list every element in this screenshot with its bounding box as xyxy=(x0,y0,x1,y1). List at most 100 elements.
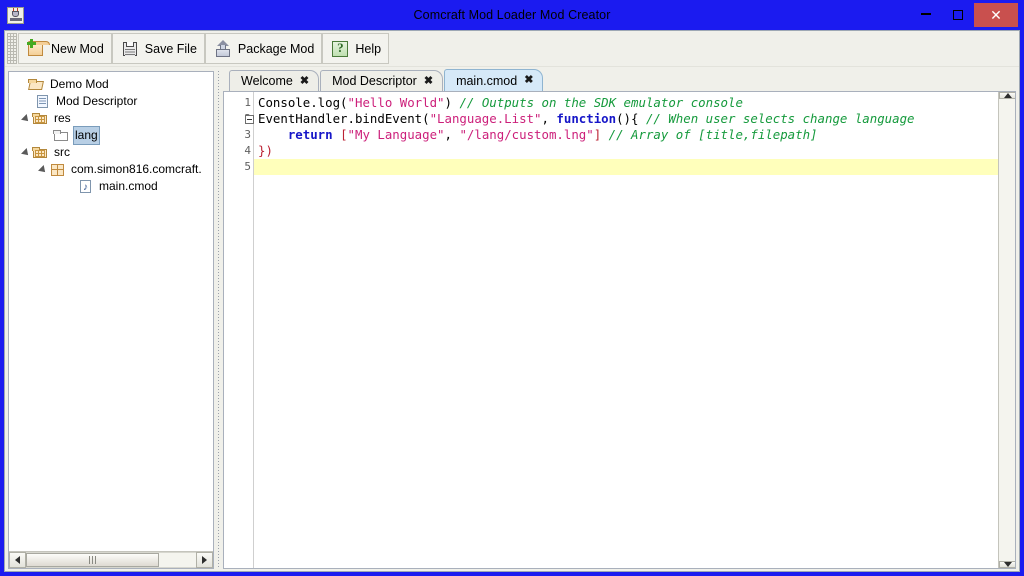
tree-node-package[interactable]: com.simon816.comcraft. xyxy=(9,161,213,178)
code-token: "/lang/custom.lng" xyxy=(459,127,593,142)
expand-triangle-icon[interactable] xyxy=(19,115,32,123)
maximize-button[interactable] xyxy=(942,0,974,30)
package-icon xyxy=(49,162,66,177)
code-token: }) xyxy=(258,143,273,158)
code-token: // Array of [title,filepath] xyxy=(601,127,817,142)
package-mod-label: Package Mod xyxy=(238,42,314,56)
question-mark-icon: ? xyxy=(330,39,350,59)
line-number: 1 xyxy=(224,95,253,111)
code-token: "My Language" xyxy=(348,127,445,142)
code-token: , xyxy=(445,127,460,142)
line-number: 5 xyxy=(224,159,253,175)
line-number: 2 xyxy=(224,111,253,127)
code-token: EventHandler.bindEvent( xyxy=(258,111,430,126)
tree-scroll-area[interactable]: Demo Mod Mod Descriptor res xyxy=(9,72,213,551)
code-token: return xyxy=(288,127,333,142)
code-line: return ["My Language", "/lang/custom.lng… xyxy=(254,127,998,143)
help-label: Help xyxy=(355,42,381,56)
down-arrow-icon[interactable] xyxy=(999,561,1016,568)
split-divider[interactable] xyxy=(214,71,223,569)
package-upload-icon xyxy=(213,39,233,59)
tab-label: main.cmod xyxy=(456,74,517,88)
tree-node-lang[interactable]: lang xyxy=(9,127,213,144)
fold-collapse-icon[interactable] xyxy=(245,115,254,124)
expand-triangle-icon[interactable] xyxy=(36,166,49,174)
code-token: // When user selects change language xyxy=(638,111,914,126)
close-icon: ✕ xyxy=(990,8,1002,22)
title-bar[interactable]: Comcraft Mod Loader Mod Creator ✕ xyxy=(0,0,1024,30)
source-folder-icon xyxy=(32,145,49,160)
close-icon[interactable]: ✖ xyxy=(524,75,533,86)
code-line xyxy=(254,159,998,175)
code-line: Console.log("Hello World") // Outputs on… xyxy=(254,95,998,111)
close-icon[interactable]: ✖ xyxy=(424,76,433,87)
line-number: 4 xyxy=(224,143,253,159)
tab-main-cmod[interactable]: main.cmod ✖ xyxy=(444,69,543,91)
code-token: (){ xyxy=(616,111,638,126)
code-line: EventHandler.bindEvent("Language.List", … xyxy=(254,111,998,127)
tree-node-res[interactable]: res xyxy=(9,110,213,127)
scrollbar-track[interactable] xyxy=(999,99,1015,561)
tab-welcome[interactable]: Welcome ✖ xyxy=(229,70,319,91)
package-mod-button[interactable]: Package Mod xyxy=(205,33,322,64)
tree-node-main-cmod[interactable]: ♪ main.cmod xyxy=(9,178,213,195)
save-file-label: Save File xyxy=(145,42,197,56)
code-token: function xyxy=(556,111,616,126)
code-token: [ xyxy=(333,127,348,142)
code-token: ) xyxy=(445,95,452,110)
tree-node-src[interactable]: src xyxy=(9,144,213,161)
code-line: }) xyxy=(254,143,998,159)
cmod-file-icon: ♪ xyxy=(77,179,94,194)
tree-node-demo-mod[interactable]: Demo Mod xyxy=(9,76,213,93)
code-area[interactable]: Console.log("Hello World") // Outputs on… xyxy=(254,92,998,568)
document-icon xyxy=(34,94,51,109)
tree-node-label: Demo Mod xyxy=(48,76,111,93)
code-token: "Language.List" xyxy=(430,111,542,126)
tab-mod-descriptor[interactable]: Mod Descriptor ✖ xyxy=(320,70,443,91)
open-folder-icon xyxy=(28,77,45,92)
new-mod-button[interactable]: New Mod xyxy=(18,33,112,64)
toolbar-drag-handle[interactable] xyxy=(7,33,17,64)
tree-node-label: Mod Descriptor xyxy=(54,93,139,110)
project-tree-panel: Demo Mod Mod Descriptor res xyxy=(8,71,214,569)
tree-node-label: src xyxy=(52,144,72,161)
editor-body[interactable]: 12345 Console.log("Hello World") // Outp… xyxy=(224,92,998,568)
project-tree: Demo Mod Mod Descriptor res xyxy=(9,72,213,195)
editor-panel: Welcome ✖ Mod Descriptor ✖ main.cmod ✖ 1… xyxy=(223,69,1016,569)
editor-tab-bar: Welcome ✖ Mod Descriptor ✖ main.cmod ✖ xyxy=(223,69,1016,91)
right-arrow-icon[interactable] xyxy=(196,552,213,568)
tab-label: Welcome xyxy=(241,74,293,88)
new-folder-icon xyxy=(26,39,46,59)
tab-label: Mod Descriptor xyxy=(332,74,417,88)
code-token xyxy=(258,127,288,142)
tree-horizontal-scrollbar[interactable] xyxy=(9,551,213,568)
tree-node-mod-descriptor[interactable]: Mod Descriptor xyxy=(9,93,213,110)
line-number: 3 xyxy=(224,127,253,143)
tree-node-label: res xyxy=(52,110,73,127)
scrollbar-thumb[interactable] xyxy=(26,553,159,567)
window-title: Comcraft Mod Loader Mod Creator xyxy=(0,0,1024,30)
code-token: // Outputs on the SDK emulator console xyxy=(452,95,743,110)
code-token: , xyxy=(541,111,556,126)
editor-vertical-scrollbar[interactable] xyxy=(998,92,1015,568)
new-mod-label: New Mod xyxy=(51,42,104,56)
line-number-gutter: 12345 xyxy=(224,92,254,568)
up-arrow-icon[interactable] xyxy=(999,92,1016,99)
tree-node-label: com.simon816.comcraft. xyxy=(69,161,204,178)
code-token: Console.log( xyxy=(258,95,348,110)
tree-node-label-selected: lang xyxy=(73,126,100,145)
main-split-pane: Demo Mod Mod Descriptor res xyxy=(5,67,1019,571)
folder-icon xyxy=(53,128,70,143)
close-button[interactable]: ✕ xyxy=(974,3,1018,27)
scrollbar-track[interactable] xyxy=(26,552,196,568)
java-cup-icon xyxy=(7,7,24,24)
minimize-button[interactable] xyxy=(910,0,942,30)
close-icon[interactable]: ✖ xyxy=(300,76,309,87)
expand-triangle-icon[interactable] xyxy=(19,149,32,157)
left-arrow-icon[interactable] xyxy=(9,552,26,568)
save-file-button[interactable]: Save File xyxy=(112,33,205,64)
toolbar: New Mod Save File Package Mod ? Help xyxy=(5,31,1019,67)
tree-node-label: main.cmod xyxy=(97,178,160,195)
floppy-disk-icon xyxy=(120,39,140,59)
help-button[interactable]: ? Help xyxy=(322,33,389,64)
